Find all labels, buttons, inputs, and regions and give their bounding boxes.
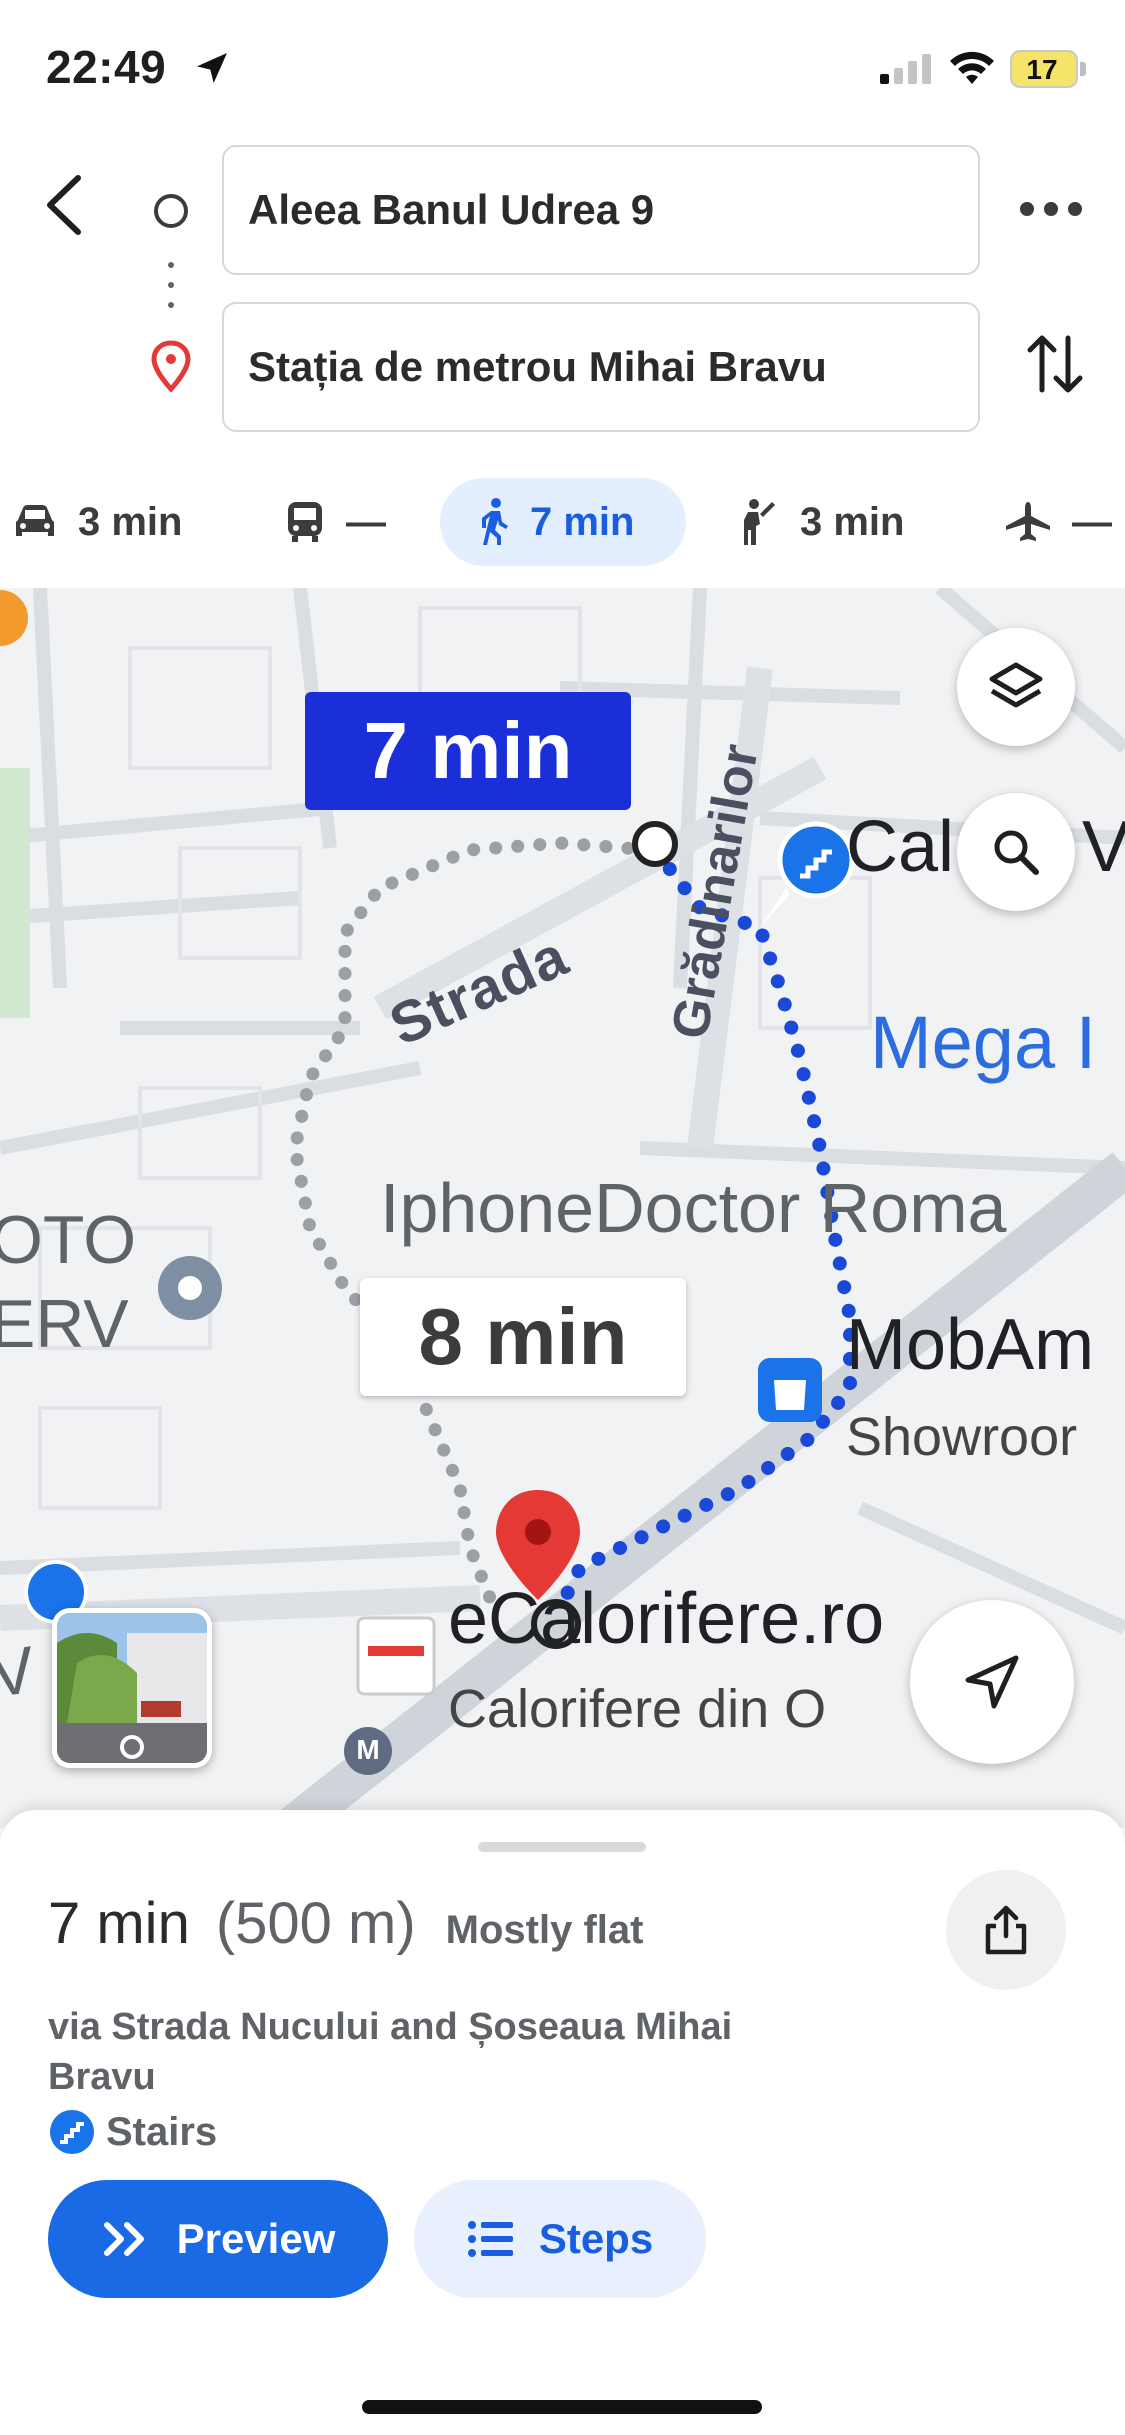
list-icon	[467, 2221, 513, 2257]
mode-driving-time: 3 min	[78, 499, 183, 544]
battery-level: 17	[1026, 54, 1058, 85]
route-time-label-alternate[interactable]: 8 min	[360, 1278, 686, 1396]
route-duration: 7 min	[48, 1891, 190, 1956]
status-bar: 22:49 17	[0, 0, 1125, 140]
mode-walking-time: 7 min	[530, 499, 635, 544]
mode-driving[interactable]: 3 min	[12, 478, 182, 566]
recenter-button[interactable]	[910, 1600, 1074, 1764]
poi-label-mobam[interactable]: MobAm	[846, 1304, 1094, 1386]
battery-cap	[1080, 62, 1086, 76]
poi-label-calorifere: Calorifere din O	[448, 1679, 827, 1739]
poi-label-cal-text: Cal	[846, 807, 955, 887]
preview-button[interactable]: Preview	[48, 2180, 388, 2298]
mode-flight[interactable]: —	[1004, 478, 1112, 566]
signal-icon	[880, 54, 931, 84]
metro-icon[interactable]: M	[356, 1734, 380, 1766]
share-button[interactable]	[946, 1870, 1066, 1990]
street-view-image	[57, 1613, 207, 1763]
search-icon	[994, 830, 1039, 875]
layers-button[interactable]	[957, 628, 1075, 746]
mode-transit-time: —	[346, 499, 386, 544]
route-connector-icon	[168, 262, 174, 312]
poi-label-showroom: Showroor	[846, 1407, 1078, 1467]
sheet-drag-handle[interactable]	[478, 1842, 646, 1852]
route-via: via Strada Nucului and Șoseaua Mihai Bra…	[48, 2006, 733, 2098]
flight-icon	[1006, 502, 1050, 541]
car-icon	[16, 505, 54, 536]
route-time-label-primary[interactable]: 7 min	[305, 692, 631, 810]
mode-rideshare-time: 3 min	[800, 499, 905, 544]
steps-button[interactable]: Steps	[414, 2180, 706, 2298]
travel-mode-bar: 3 min — 7 min 3 min —	[0, 478, 1125, 578]
map-view[interactable]: Strada Grădinarilor Cal V Mega I IphoneDo…	[0, 588, 1125, 1828]
transit-icon	[288, 502, 322, 542]
swap-icon[interactable]	[1024, 328, 1086, 400]
route-warning: Stairs	[48, 2104, 217, 2160]
destination-pin-icon	[151, 340, 191, 392]
poi-label-v: V	[1082, 807, 1125, 887]
mode-flight-time: —	[1072, 499, 1112, 544]
navigation-arrow-icon	[965, 1655, 1019, 1709]
share-icon	[985, 1905, 1027, 1955]
poi-label-iphonedoctor[interactable]: IphoneDoctor Roma	[380, 1168, 1006, 1248]
poi-label-ecalorifere[interactable]: eCalorifere.ro	[448, 1578, 884, 1660]
battery-icon: 17	[1010, 50, 1078, 88]
warning-label: Stairs	[106, 2109, 218, 2154]
mode-rideshare[interactable]: 3 min	[740, 478, 904, 566]
mode-transit[interactable]: —	[284, 478, 386, 566]
street-view-thumbnail[interactable]	[52, 1608, 212, 1768]
rideshare-icon	[744, 499, 775, 545]
poi-label-oto-line1: OTO	[0, 1202, 137, 1278]
walk-icon	[482, 498, 508, 545]
search-map-button[interactable]	[957, 793, 1075, 911]
preview-label: Preview	[176, 2215, 336, 2262]
destination-input[interactable]: Stația de metrou Mihai Bravu	[222, 302, 980, 432]
mode-walking[interactable]: 7 min	[440, 478, 686, 566]
more-options-icon[interactable]	[1020, 200, 1084, 220]
route-details-sheet: 7 min (500 m) Mostly flat via Strada Nuc…	[0, 1810, 1125, 2435]
location-arrow-icon	[197, 53, 227, 83]
wifi-icon	[950, 51, 994, 84]
route-distance: (500 m)	[215, 1891, 416, 1956]
stairs-icon	[50, 2110, 94, 2154]
home-indicator[interactable]	[362, 2400, 762, 2414]
origin-circle-icon	[154, 194, 188, 228]
poi-label-oto-line2: ERV	[0, 1286, 129, 1362]
steps-label: Steps	[538, 2215, 654, 2262]
layers-icon	[989, 662, 1043, 708]
route-terrain: Mostly flat	[445, 1908, 644, 1952]
origin-input[interactable]: Aleea Banul Udrea 9	[222, 145, 980, 275]
double-chevron-icon	[103, 2222, 144, 2256]
route-summary: 7 min (500 m) Mostly flat	[48, 1890, 643, 1970]
poi-label-oto[interactable]: OTO ERV	[0, 1198, 136, 1366]
poi-label-mega[interactable]: Mega I	[870, 1000, 1096, 1085]
status-time: 22:49	[46, 41, 167, 93]
back-arrow-icon[interactable]	[40, 170, 90, 240]
